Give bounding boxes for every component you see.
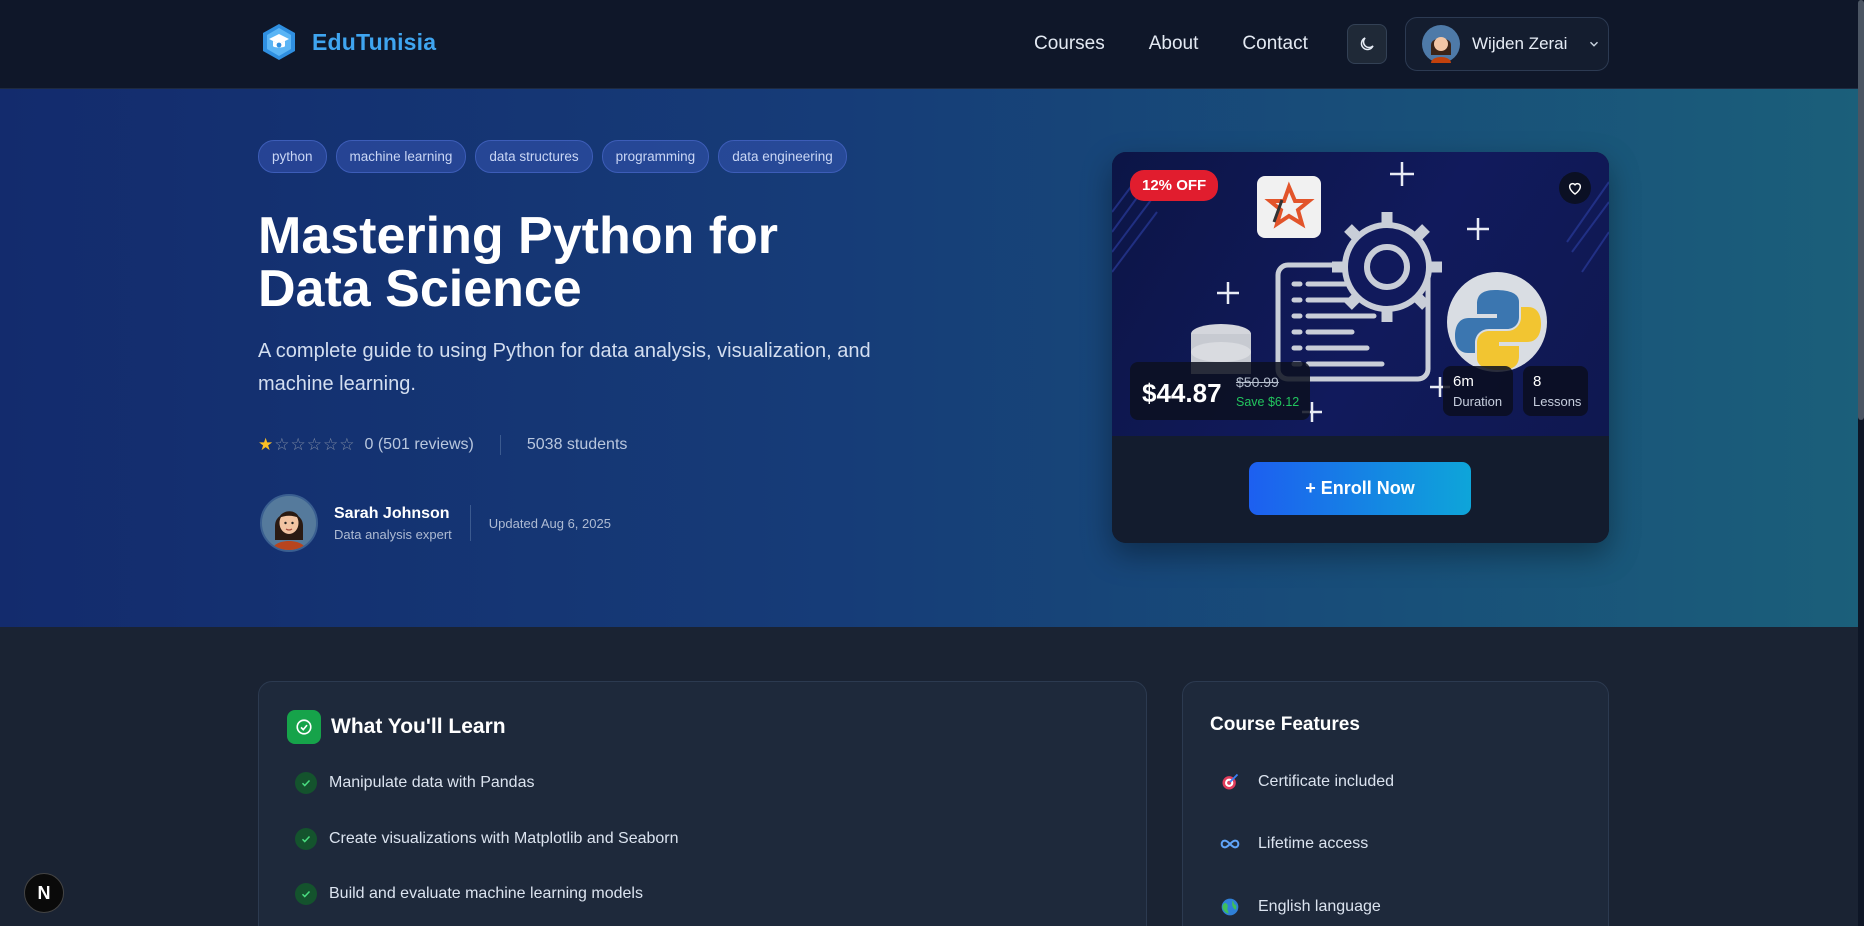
user-avatar: [1422, 25, 1460, 63]
features-title: Course Features: [1210, 714, 1360, 735]
user-name: Wijden Zerai: [1472, 34, 1568, 53]
star-filled-icon: ★: [258, 435, 274, 454]
original-price: $50.99: [1236, 374, 1279, 390]
course-card: 12% OFF $44.87 $50.99 Save $6.12 6m Dura…: [1112, 152, 1609, 543]
learn-item: Manipulate data with Pandas: [295, 772, 534, 794]
check-icon: [295, 883, 317, 905]
instructor-name: Sarah Johnson: [334, 504, 450, 522]
wishlist-button[interactable]: [1559, 172, 1591, 204]
learn-panel: What You'll Learn Manipulate data with P…: [258, 681, 1147, 926]
tag-data-engineering[interactable]: data engineering: [718, 140, 847, 173]
duration-label: Duration: [1453, 394, 1503, 409]
infinity-icon: [1220, 839, 1240, 849]
page-scrollbar[interactable]: [1858, 0, 1864, 926]
certificate-icon: [1222, 773, 1239, 790]
lessons-value: 8: [1533, 373, 1542, 390]
learn-item-text: Create visualizations with Matplotlib an…: [329, 830, 679, 847]
duration-box: 6m Duration: [1443, 366, 1513, 416]
tag-python[interactable]: python: [258, 140, 327, 173]
learn-item-text: Build and evaluate machine learning mode…: [329, 885, 643, 902]
check-icon: [295, 772, 317, 794]
instructor-avatar: [260, 494, 318, 552]
price-box: $44.87 $50.99 Save $6.12: [1130, 362, 1310, 420]
divider: [469, 505, 471, 541]
tag-programming[interactable]: programming: [601, 140, 710, 173]
moon-icon: [1360, 37, 1374, 51]
lessons-label: Lessons: [1533, 394, 1582, 409]
star-empty-icon: ☆: [339, 435, 355, 454]
feature-label: Lifetime access: [1258, 835, 1369, 852]
feature-item: Lifetime access: [1220, 834, 1368, 854]
tag-data-structures[interactable]: data structures: [475, 140, 593, 173]
feature-item: English language: [1220, 897, 1381, 917]
heart-icon: [1568, 182, 1582, 195]
user-menu-button[interactable]: Wijden Zerai: [1405, 17, 1609, 71]
discount-badge: 12% OFF: [1130, 170, 1219, 201]
instructor-role: Data analysis expert: [334, 526, 452, 542]
nav-contact[interactable]: Contact: [1242, 33, 1307, 55]
globe-icon: [1221, 898, 1239, 916]
chevron-down-icon: [1590, 41, 1599, 47]
course-tags: python machine learning data structures …: [258, 140, 847, 173]
logo-icon: [263, 24, 295, 60]
tag-machine-learning[interactable]: machine learning: [335, 140, 467, 173]
savings: Save $6.12: [1236, 395, 1300, 409]
course-subtitle: A complete guide to using Python for dat…: [258, 340, 871, 395]
star-empty-icon: ☆: [323, 435, 339, 454]
learn-item: Create visualizations with Matplotlib an…: [295, 828, 679, 850]
theme-toggle-button[interactable]: [1347, 24, 1387, 64]
course-title: Mastering Python for Data Science: [258, 207, 779, 318]
check-circle-icon: [287, 710, 321, 744]
course-thumbnail: 12% OFF $44.87 $50.99 Save $6.12 6m Dura…: [1112, 152, 1609, 436]
star-empty-icon: ☆: [274, 435, 290, 454]
site-header: EduTunisia Courses About Contact Wijden …: [0, 0, 1864, 89]
rating-stars: ★ ☆ ☆ ☆ ☆ ☆: [258, 436, 355, 454]
instructor-info: Sarah Johnson Data analysis expert Updat…: [260, 494, 611, 552]
scrollbar-thumb[interactable]: [1858, 0, 1864, 420]
nextjs-dev-indicator[interactable]: N: [24, 873, 64, 913]
main-nav: Courses About Contact: [1034, 33, 1308, 55]
updated-date: Updated Aug 6, 2025: [488, 515, 611, 531]
features-panel: Course Features Certificate included Lif…: [1182, 681, 1609, 926]
learn-title: What You'll Learn: [331, 715, 506, 738]
brand-logo[interactable]: EduTunisia: [260, 23, 436, 61]
star-empty-icon: ☆: [306, 435, 322, 454]
brand-name: EduTunisia: [312, 28, 437, 55]
rating-row: ★ ☆ ☆ ☆ ☆ ☆ 0 (501 reviews) 5038 students: [258, 435, 627, 455]
nav-about[interactable]: About: [1149, 33, 1199, 55]
current-price: $44.87: [1142, 378, 1222, 408]
nav-courses[interactable]: Courses: [1034, 33, 1105, 55]
lessons-box: 8 Lessons: [1523, 366, 1588, 416]
feature-label: Certificate included: [1258, 773, 1395, 790]
check-icon: [295, 828, 317, 850]
divider: [499, 435, 501, 455]
duration-value: 6m: [1453, 373, 1474, 390]
learn-item: Build and evaluate machine learning mode…: [295, 883, 643, 905]
feature-item: Certificate included: [1220, 772, 1394, 792]
card-actions: + Enroll Now: [1112, 436, 1609, 543]
students-count: 5038 students: [526, 436, 628, 453]
learn-item-text: Manipulate data with Pandas: [329, 774, 535, 791]
feature-label: English language: [1258, 898, 1381, 915]
star-empty-icon: ☆: [290, 435, 306, 454]
rating-text: 0 (501 reviews): [364, 436, 474, 453]
enroll-button[interactable]: + Enroll Now: [1249, 462, 1471, 515]
